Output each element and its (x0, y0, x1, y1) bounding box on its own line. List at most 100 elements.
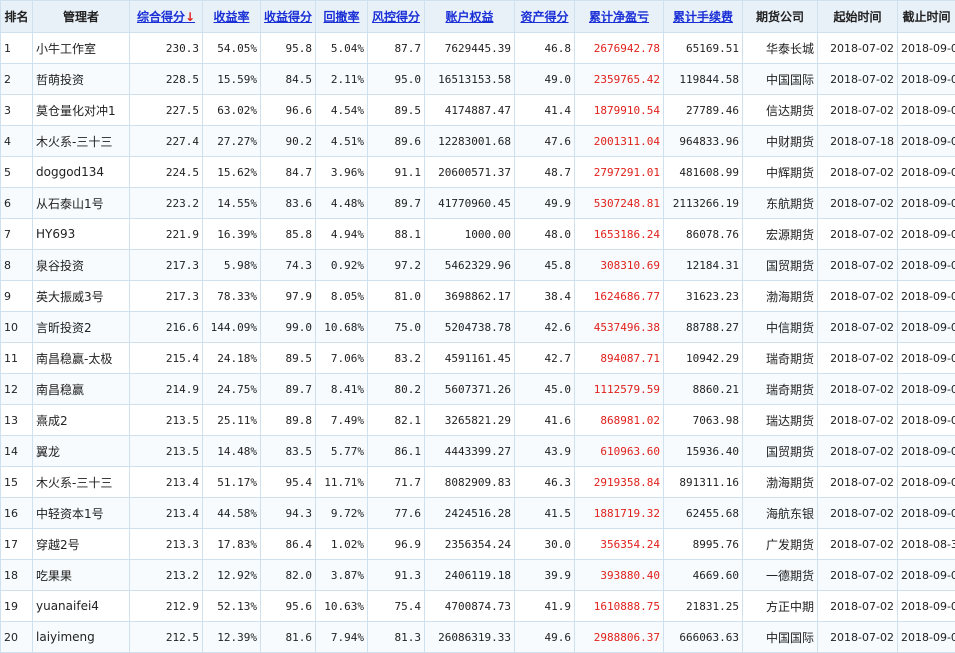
cell-equity: 5204738.78 (425, 312, 515, 343)
column-header-drawdown[interactable]: 回撤率 (316, 1, 368, 33)
cell-broker: 渤海期货 (743, 281, 818, 312)
cell-return-rate: 17.83% (203, 529, 261, 560)
ranking-table: 排名管理者综合得分↓收益率收益得分回撤率风控得分账户权益资产得分累计净盈亏累计手… (0, 0, 955, 653)
cell-return-score: 82.0 (261, 560, 316, 591)
cell-asset-score: 41.4 (515, 95, 575, 126)
cell-equity: 16513153.58 (425, 64, 515, 95)
cell-start-date: 2018-07-02 (818, 405, 898, 436)
cell-end-date: 2018-09-03 (898, 250, 955, 281)
cell-return-score: 86.4 (261, 529, 316, 560)
cell-start-date: 2018-07-02 (818, 157, 898, 188)
cell-manager: yuanaifei4 (33, 591, 130, 622)
cell-net-pnl: 2797291.01 (575, 157, 664, 188)
cell-commission: 666063.63 (664, 622, 743, 653)
cell-manager: 泉谷投资 (33, 250, 130, 281)
cell-rank: 16 (1, 498, 33, 529)
table-row: 19yuanaifei4212.952.13%95.610.63%75.4470… (1, 591, 955, 622)
column-header-risk-score[interactable]: 风控得分 (368, 1, 425, 33)
table-row: 9英大振威3号217.378.33%97.98.05%81.03698862.1… (1, 281, 955, 312)
cell-risk-score: 80.2 (368, 374, 425, 405)
cell-end-date: 2018-09-03 (898, 64, 955, 95)
cell-broker: 华泰长城 (743, 33, 818, 64)
cell-drawdown: 7.49% (316, 405, 368, 436)
cell-total-score: 216.6 (130, 312, 203, 343)
cell-rank: 3 (1, 95, 33, 126)
table-row: 6从石泰山1号223.214.55%83.64.48%89.741770960.… (1, 188, 955, 219)
cell-end-date: 2018-09-03 (898, 343, 955, 374)
cell-equity: 3265821.29 (425, 405, 515, 436)
cell-commission: 119844.58 (664, 64, 743, 95)
cell-risk-score: 75.4 (368, 591, 425, 622)
table-row: 5doggod134224.515.62%84.73.96%91.1206005… (1, 157, 955, 188)
cell-drawdown: 8.05% (316, 281, 368, 312)
cell-end-date: 2018-09-03 (898, 467, 955, 498)
column-header-asset-score[interactable]: 资产得分 (515, 1, 575, 33)
cell-commission: 62455.68 (664, 498, 743, 529)
cell-drawdown: 3.96% (316, 157, 368, 188)
column-header-total-score[interactable]: 综合得分↓ (130, 1, 203, 33)
cell-equity: 20600571.37 (425, 157, 515, 188)
cell-asset-score: 41.5 (515, 498, 575, 529)
cell-drawdown: 4.48% (316, 188, 368, 219)
cell-drawdown: 0.92% (316, 250, 368, 281)
cell-net-pnl: 2676942.78 (575, 33, 664, 64)
cell-total-score: 213.5 (130, 405, 203, 436)
cell-manager: doggod134 (33, 157, 130, 188)
cell-asset-score: 49.9 (515, 188, 575, 219)
cell-equity: 3698862.17 (425, 281, 515, 312)
cell-manager: 哲萌投资 (33, 64, 130, 95)
cell-end-date: 2018-09-03 (898, 219, 955, 250)
cell-start-date: 2018-07-02 (818, 312, 898, 343)
cell-risk-score: 87.7 (368, 33, 425, 64)
cell-net-pnl: 356354.24 (575, 529, 664, 560)
column-header-net-pnl[interactable]: 累计净盈亏 (575, 1, 664, 33)
table-row: 11南昌稳赢-太极215.424.18%89.57.06%83.24591161… (1, 343, 955, 374)
cell-commission: 4669.60 (664, 560, 743, 591)
cell-net-pnl: 2001311.04 (575, 126, 664, 157)
cell-commission: 12184.31 (664, 250, 743, 281)
table-row: 1小牛工作室230.354.05%95.85.04%87.77629445.39… (1, 33, 955, 64)
cell-asset-score: 41.9 (515, 591, 575, 622)
cell-broker: 中国国际 (743, 622, 818, 653)
cell-manager: 吃果果 (33, 560, 130, 591)
table-row: 2哲萌投资228.515.59%84.52.11%95.016513153.58… (1, 64, 955, 95)
cell-start-date: 2018-07-02 (818, 343, 898, 374)
cell-net-pnl: 393880.40 (575, 560, 664, 591)
cell-net-pnl: 1879910.54 (575, 95, 664, 126)
column-header-start-date: 起始时间 (818, 1, 898, 33)
cell-return-score: 90.2 (261, 126, 316, 157)
cell-manager: 言昕投资2 (33, 312, 130, 343)
cell-broker: 瑞达期货 (743, 405, 818, 436)
cell-return-score: 96.6 (261, 95, 316, 126)
cell-equity: 1000.00 (425, 219, 515, 250)
cell-return-score: 74.3 (261, 250, 316, 281)
cell-drawdown: 8.41% (316, 374, 368, 405)
cell-start-date: 2018-07-02 (818, 281, 898, 312)
cell-broker: 信达期货 (743, 95, 818, 126)
cell-return-score: 89.5 (261, 343, 316, 374)
cell-drawdown: 2.11% (316, 64, 368, 95)
cell-total-score: 213.2 (130, 560, 203, 591)
column-header-equity[interactable]: 账户权益 (425, 1, 515, 33)
cell-total-score: 213.5 (130, 436, 203, 467)
cell-commission: 2113266.19 (664, 188, 743, 219)
cell-broker: 方正中期 (743, 591, 818, 622)
column-header-commission[interactable]: 累计手续费 (664, 1, 743, 33)
cell-drawdown: 5.77% (316, 436, 368, 467)
cell-drawdown: 1.02% (316, 529, 368, 560)
cell-asset-score: 38.4 (515, 281, 575, 312)
cell-return-rate: 14.48% (203, 436, 261, 467)
table-header-row: 排名管理者综合得分↓收益率收益得分回撤率风控得分账户权益资产得分累计净盈亏累计手… (1, 1, 955, 33)
cell-return-score: 95.6 (261, 591, 316, 622)
column-header-return-score[interactable]: 收益得分 (261, 1, 316, 33)
cell-end-date: 2018-09-03 (898, 374, 955, 405)
cell-asset-score: 49.0 (515, 64, 575, 95)
cell-net-pnl: 5307248.81 (575, 188, 664, 219)
cell-risk-score: 81.0 (368, 281, 425, 312)
cell-start-date: 2018-07-02 (818, 591, 898, 622)
cell-rank: 12 (1, 374, 33, 405)
column-header-return-rate[interactable]: 收益率 (203, 1, 261, 33)
table-row: 18吃果果213.212.92%82.03.87%91.32406119.183… (1, 560, 955, 591)
cell-return-score: 89.7 (261, 374, 316, 405)
cell-end-date: 2018-09-03 (898, 281, 955, 312)
